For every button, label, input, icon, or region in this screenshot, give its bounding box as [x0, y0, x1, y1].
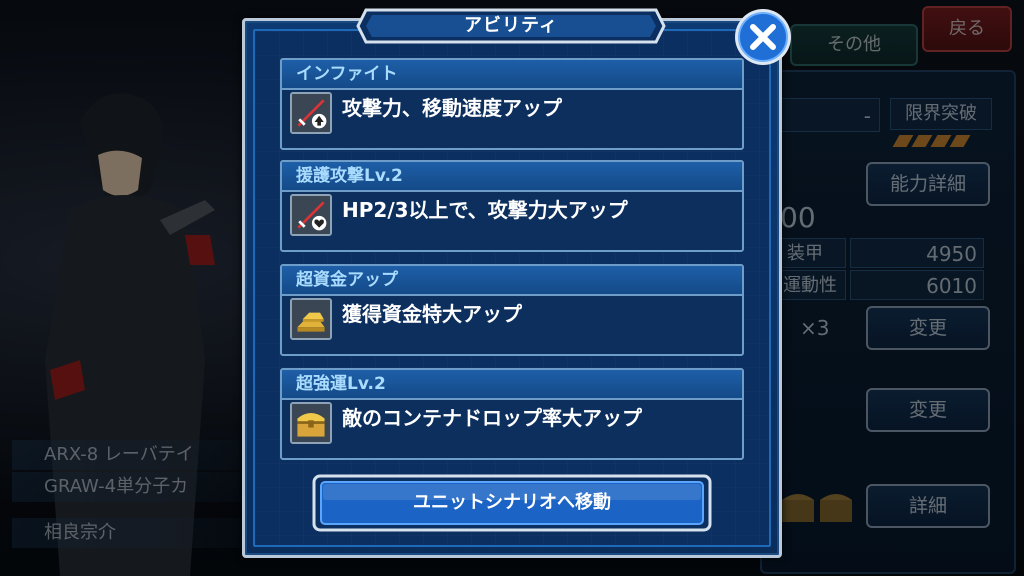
- ability-name: 援護攻撃Lv.2: [296, 166, 403, 186]
- ability-name: インファイト: [296, 64, 398, 84]
- ability-description: 獲得資金特大アップ: [342, 302, 522, 326]
- ability-name: 超資金アップ: [296, 270, 398, 290]
- ability-card: 援護攻撃Lv.2 HP2/3以上で、攻撃力大アップ: [280, 160, 744, 252]
- ability-header: 超資金アップ: [282, 266, 742, 296]
- ability-header: 超強運Lv.2: [282, 370, 742, 400]
- ability-description: 敵のコンテナドロップ率大アップ: [342, 406, 642, 430]
- ability-header: インファイト: [282, 60, 742, 90]
- ability-card: 超資金アップ 獲得資金特大アップ: [280, 264, 744, 356]
- ability-description: HP2/3以上で、攻撃力大アップ: [342, 198, 628, 222]
- ability-card: インファイト 攻撃力、移動速度アップ: [280, 58, 744, 150]
- ability-name: 超強運Lv.2: [296, 374, 386, 394]
- modal-title: アビリティ: [464, 15, 558, 36]
- gold-bars-icon: [290, 298, 332, 340]
- treasure-chest-icon: [290, 402, 332, 444]
- ability-description: 攻撃力、移動速度アップ: [342, 96, 562, 120]
- sword-heart-icon: [290, 194, 332, 236]
- ability-card: 超強運Lv.2 敵のコンテナドロップ率大アップ: [280, 368, 744, 460]
- ability-header: 援護攻撃Lv.2: [282, 162, 742, 192]
- sword-up-icon: [290, 92, 332, 134]
- unit-scenario-button-label: ユニットシナリオへ移動: [413, 492, 611, 513]
